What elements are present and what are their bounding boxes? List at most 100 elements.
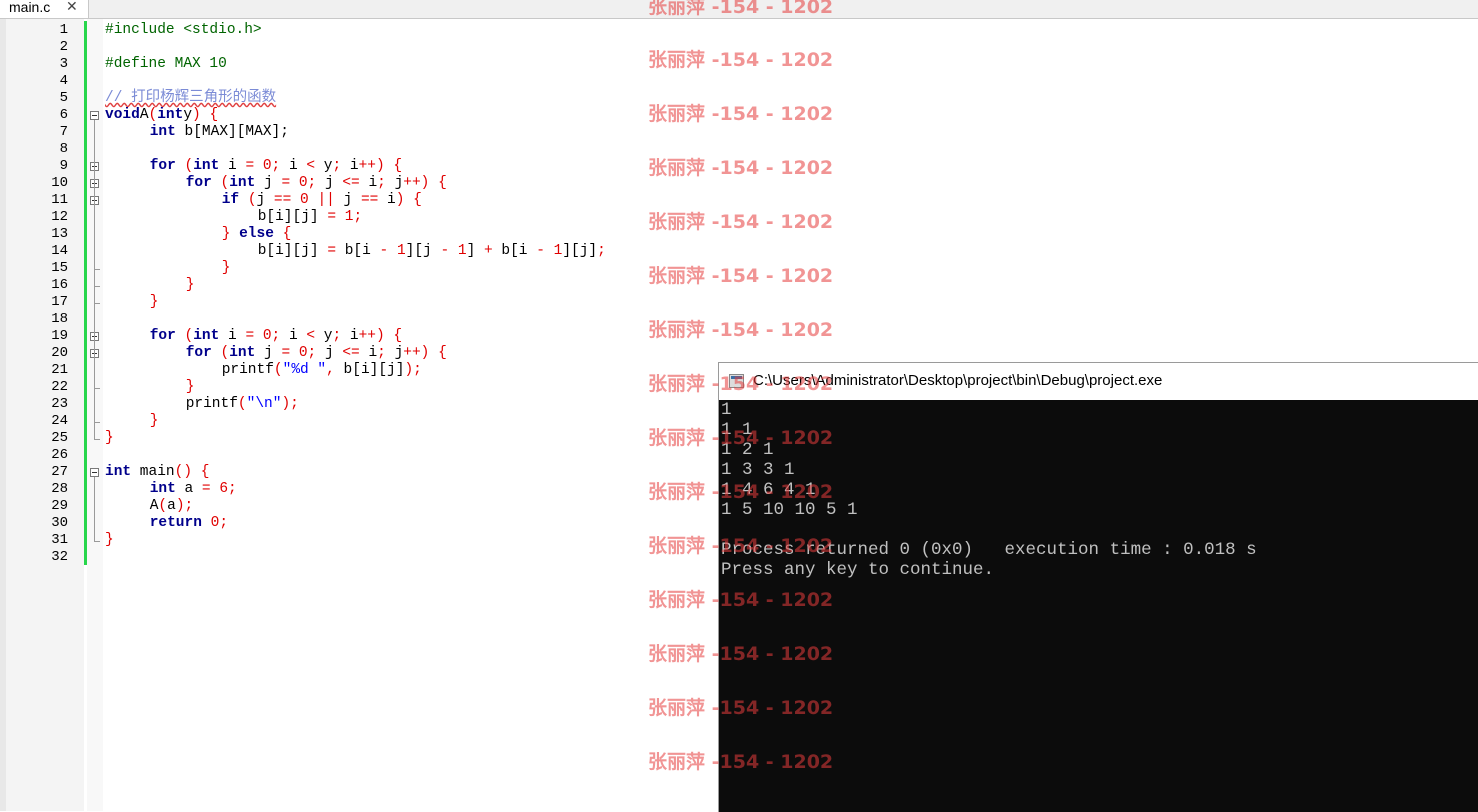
code-token: ) bbox=[192, 107, 201, 123]
code-line: b[i][j] = 1; bbox=[105, 209, 362, 226]
code-token: } bbox=[221, 260, 231, 276]
console-app-icon bbox=[729, 374, 744, 388]
code-token: j bbox=[385, 175, 404, 191]
fold-guide-end bbox=[94, 303, 100, 304]
code-token: i bbox=[219, 328, 246, 344]
code-token: = bbox=[245, 158, 255, 174]
code-token: b[MAX][MAX]; bbox=[175, 124, 289, 140]
code-token: for bbox=[149, 328, 176, 344]
code-line: for (int i = 0; i < y; i++) { bbox=[105, 328, 402, 345]
fold-guide bbox=[94, 358, 95, 388]
code-line: for (int i = 0; i < y; i++) { bbox=[105, 158, 402, 175]
line-number: 11 bbox=[51, 192, 68, 208]
close-icon[interactable]: ✕ bbox=[66, 0, 78, 14]
code-line: } bbox=[105, 413, 159, 430]
code-token: 1 bbox=[553, 243, 563, 259]
tab-main-c[interactable]: main.c ✕ bbox=[0, 0, 89, 18]
code-token: int bbox=[229, 175, 256, 191]
code-token: b[i bbox=[492, 243, 537, 259]
code-token: ); bbox=[175, 498, 194, 514]
console-line: 1 2 1 bbox=[721, 440, 774, 460]
line-number: 31 bbox=[51, 532, 68, 548]
code-line: } else { bbox=[105, 226, 292, 243]
code-token: ][j bbox=[405, 243, 441, 259]
fold-toggle-icon[interactable] bbox=[90, 468, 99, 477]
code-token: 1 bbox=[396, 243, 406, 259]
code-token: j bbox=[255, 175, 282, 191]
code-token: int bbox=[105, 464, 132, 480]
line-number: 13 bbox=[51, 226, 68, 242]
console-output[interactable]: 11 11 2 11 3 3 11 4 6 4 11 5 10 10 5 1 Pr… bbox=[719, 400, 1478, 812]
code-line: } bbox=[105, 260, 231, 277]
code-line: #define MAX 10 bbox=[105, 56, 227, 73]
console-window[interactable]: C:\Users\Administrator\Desktop\project\b… bbox=[718, 362, 1478, 812]
fold-guide bbox=[94, 205, 95, 269]
code-token: "%d " bbox=[282, 362, 327, 378]
line-number: 30 bbox=[51, 515, 68, 531]
code-token: for bbox=[149, 158, 176, 174]
code-token: j bbox=[256, 192, 274, 208]
line-number: 22 bbox=[51, 379, 68, 395]
code-token: ( bbox=[220, 175, 230, 191]
line-number: 17 bbox=[51, 294, 68, 310]
code-token: ); bbox=[404, 362, 422, 378]
code-line: } bbox=[105, 294, 159, 311]
code-token: i bbox=[280, 158, 307, 174]
code-token: ; bbox=[307, 345, 317, 361]
console-line: 1 4 6 4 1 bbox=[721, 480, 816, 500]
code-token: = bbox=[281, 175, 291, 191]
code-token: printf bbox=[213, 362, 274, 378]
code-token: ++) bbox=[358, 328, 385, 344]
code-token: b[i][j] bbox=[249, 209, 328, 225]
line-number-gutter: 1 2 3 4 5 6 7 8 9 10 11 12 13 14 15 16 17 18 19 20 21 22 23 24 2… bbox=[6, 19, 84, 811]
fold-guide-end bbox=[94, 439, 100, 440]
code-token: + bbox=[483, 243, 493, 259]
code-token: { bbox=[438, 175, 447, 191]
line-number: 21 bbox=[51, 362, 68, 378]
fold-guide-end bbox=[94, 541, 100, 542]
code-token: || bbox=[317, 192, 335, 208]
code-token: ; bbox=[228, 481, 237, 497]
line-number: 19 bbox=[51, 328, 68, 344]
code-token: ( bbox=[273, 362, 283, 378]
code-token: y bbox=[315, 158, 333, 174]
line-number: 7 bbox=[59, 124, 68, 140]
code-token: < bbox=[306, 158, 316, 174]
tab-label: main.c bbox=[9, 0, 51, 15]
fold-guide-end bbox=[94, 388, 100, 389]
fold-toggle-icon[interactable] bbox=[90, 111, 99, 120]
code-token: - bbox=[379, 243, 389, 259]
line-number: 1 bbox=[59, 22, 68, 38]
fold-guide-end bbox=[94, 422, 100, 423]
code-token: } bbox=[105, 430, 114, 446]
code-token: ; bbox=[271, 158, 281, 174]
code-token: < bbox=[306, 328, 316, 344]
code-token: i bbox=[219, 158, 246, 174]
line-number: 23 bbox=[51, 396, 68, 412]
code-token: i bbox=[280, 328, 307, 344]
console-title-bar[interactable]: C:\Users\Administrator\Desktop\project\b… bbox=[719, 363, 1478, 400]
code-token: j bbox=[316, 345, 343, 361]
code-token: int bbox=[193, 158, 220, 174]
code-line: if (j == 0 || j == i) { bbox=[105, 192, 422, 209]
code-token: ; bbox=[332, 158, 342, 174]
fold-margin bbox=[87, 19, 103, 811]
